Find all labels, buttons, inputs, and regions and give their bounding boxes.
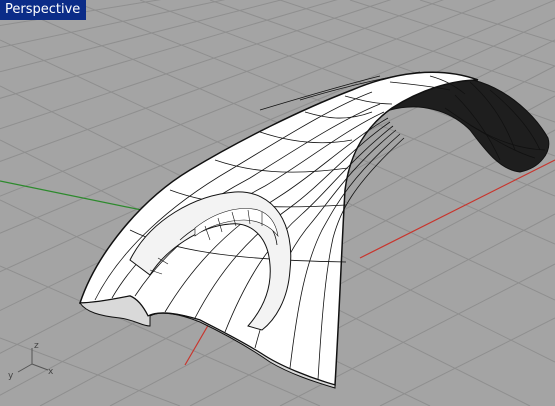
axis-y-label: y — [8, 371, 14, 381]
viewport-title-tab[interactable]: Perspective — [0, 0, 87, 20]
viewport-canvas[interactable]: z x y — [0, 0, 555, 406]
axis-z-label: z — [34, 341, 39, 351]
world-x-axis — [359, 159, 555, 259]
surface-model[interactable] — [78, 71, 550, 389]
axis-x-label: x — [48, 367, 54, 377]
world-x-axis-lower — [184, 321, 211, 366]
perspective-viewport[interactable]: z x y Perspective — [0, 0, 555, 406]
axis-triad-icon: z x y — [8, 341, 54, 381]
